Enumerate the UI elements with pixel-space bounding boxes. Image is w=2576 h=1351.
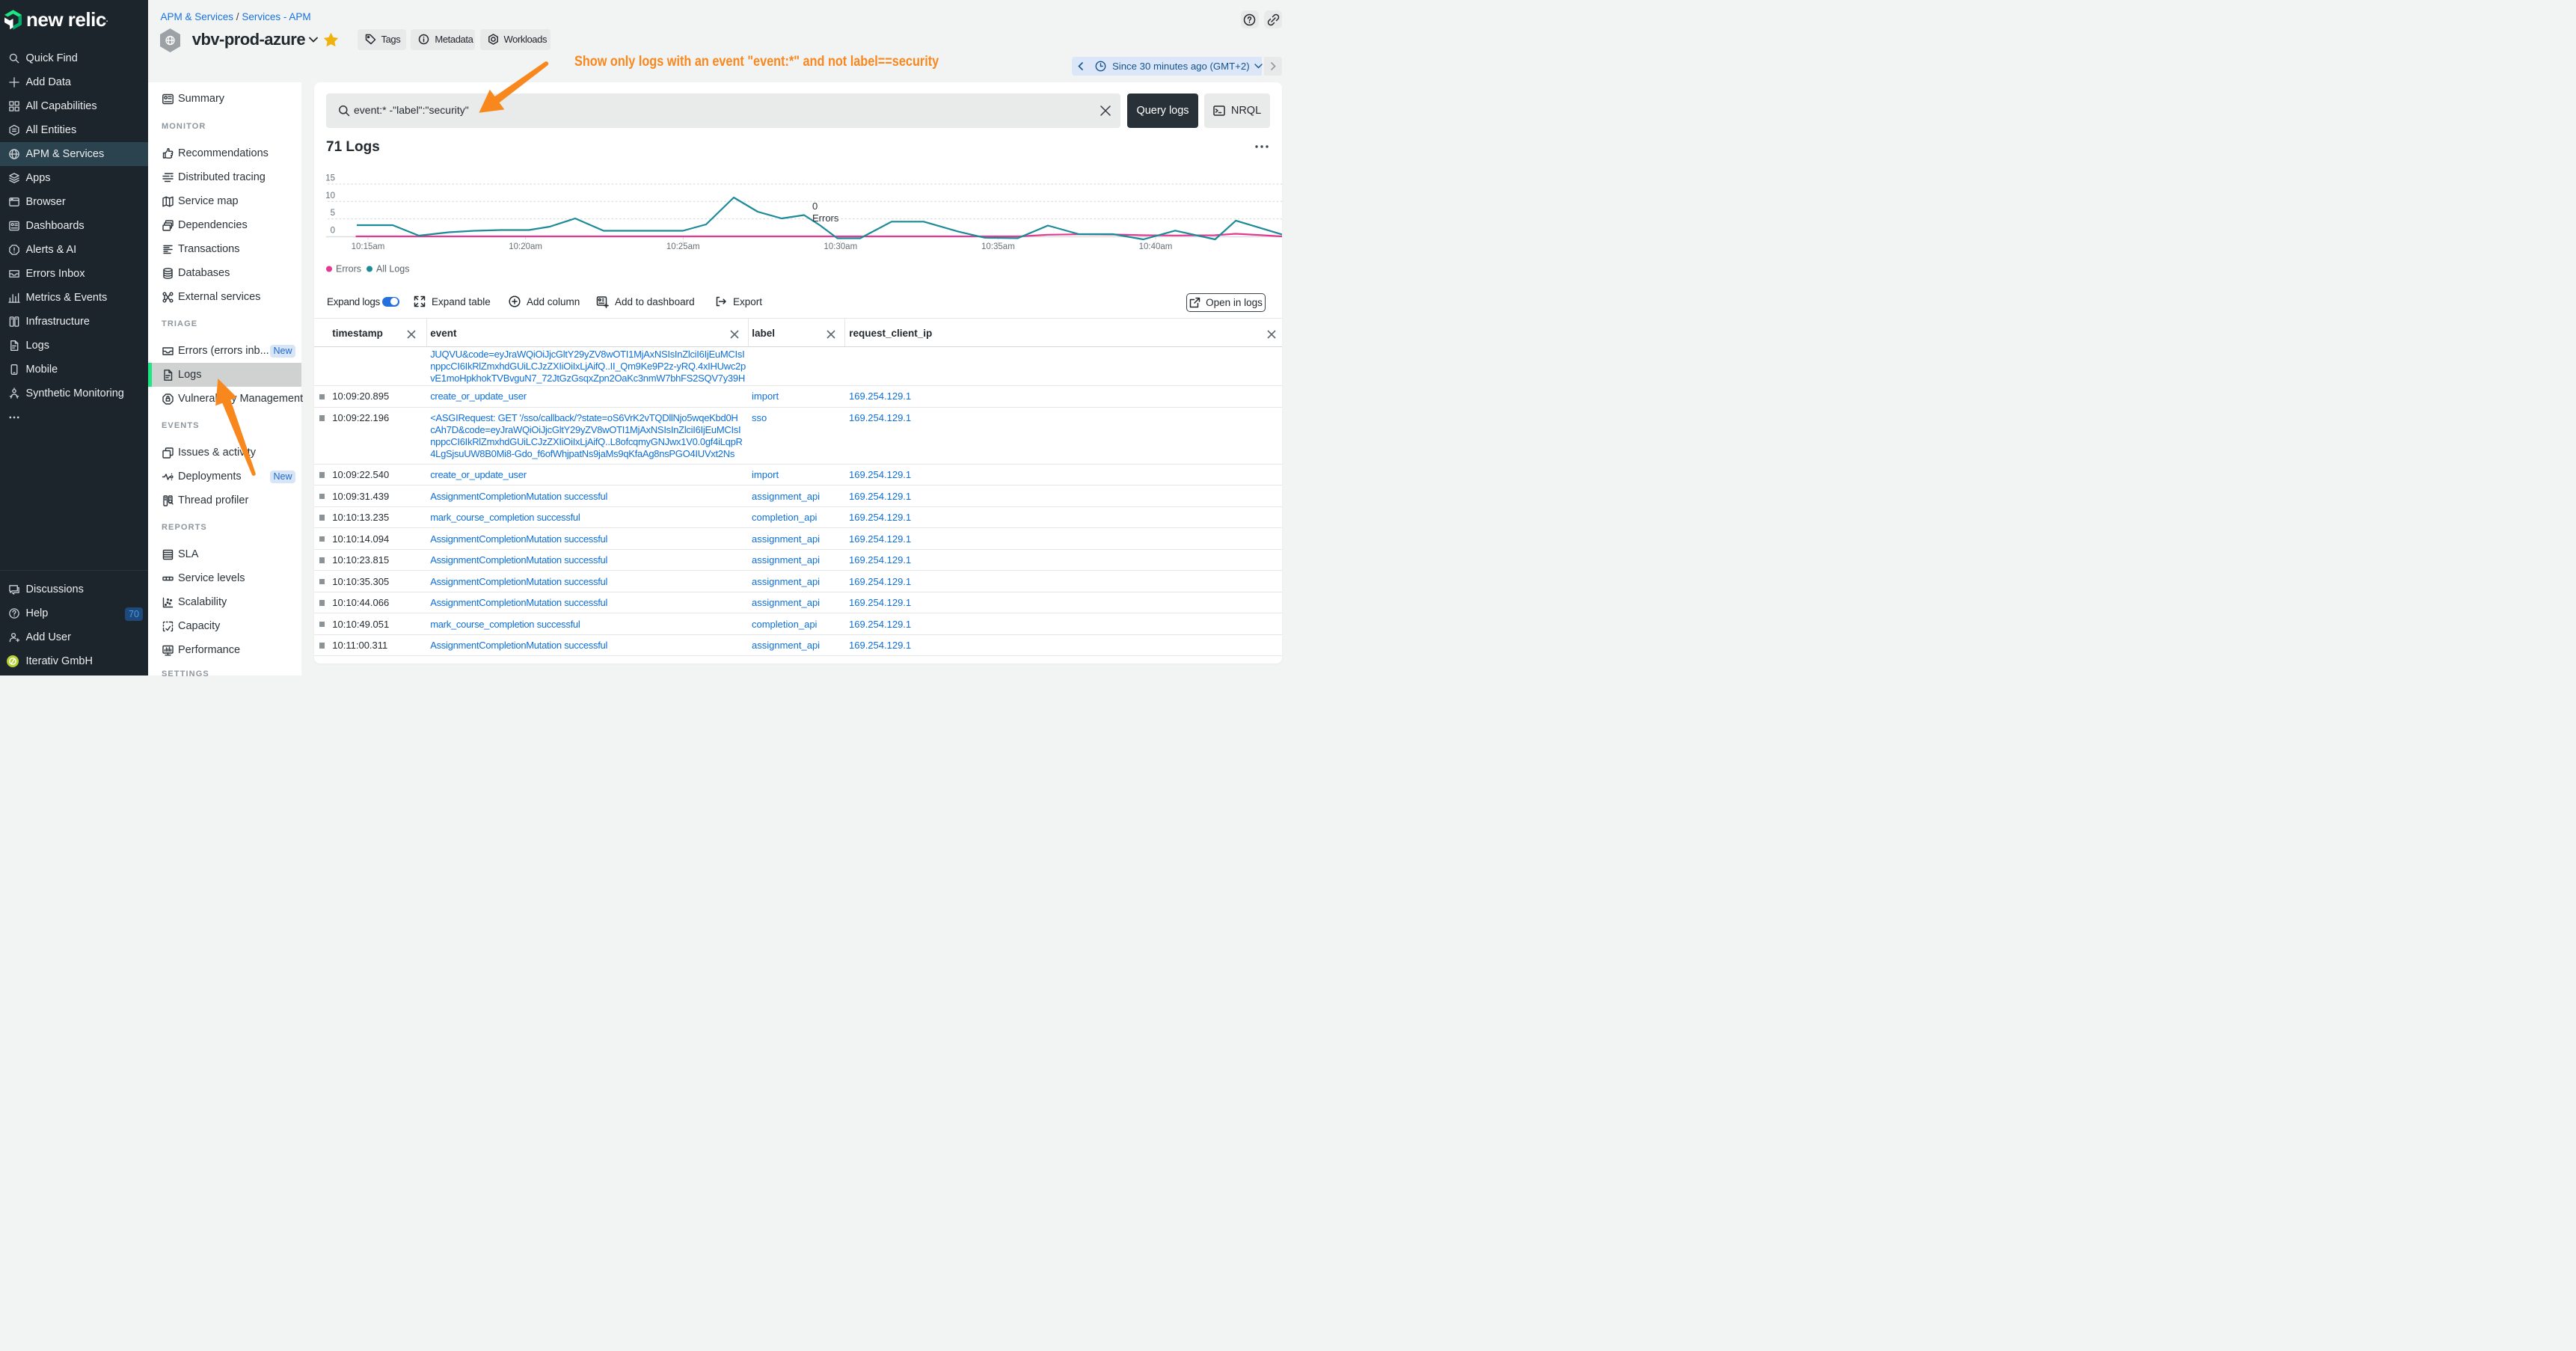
svg-text:10:25am: 10:25am bbox=[666, 242, 700, 251]
svg-text:10:20am: 10:20am bbox=[509, 242, 542, 251]
svg-text:10:15am: 10:15am bbox=[352, 242, 385, 251]
svg-text:Errors: Errors bbox=[812, 212, 839, 224]
svg-text:Errors: Errors bbox=[336, 264, 361, 275]
svg-text:10:35am: 10:35am bbox=[981, 242, 1015, 251]
svg-text:10:30am: 10:30am bbox=[824, 242, 857, 251]
svg-text:10: 10 bbox=[325, 192, 335, 200]
svg-text:15: 15 bbox=[325, 174, 335, 183]
svg-text:0: 0 bbox=[331, 227, 335, 236]
svg-text:5: 5 bbox=[331, 209, 335, 218]
svg-text:0: 0 bbox=[812, 200, 818, 212]
svg-text:10:40am: 10:40am bbox=[1139, 242, 1173, 251]
svg-text:All Logs: All Logs bbox=[376, 264, 409, 275]
